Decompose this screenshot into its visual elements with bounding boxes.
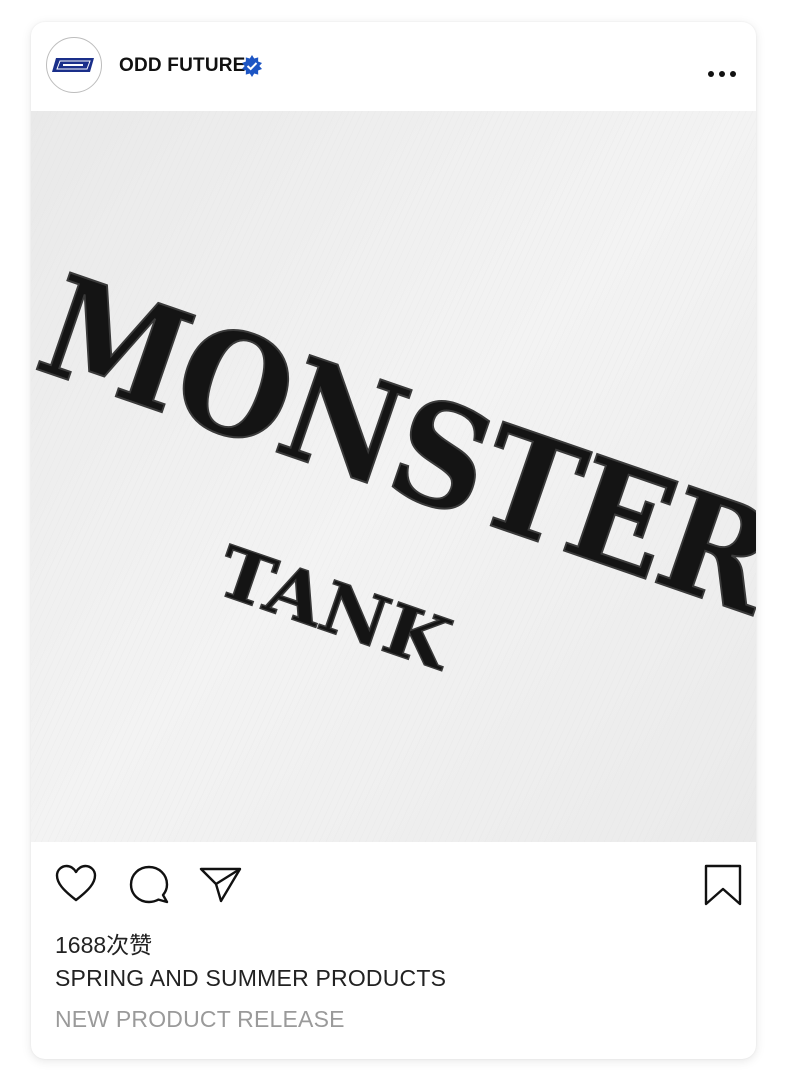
more-options-icon[interactable] <box>707 68 737 80</box>
verified-badge-icon <box>242 55 262 77</box>
post-header: ODD FUTURE <box>31 22 756 111</box>
avatar[interactable] <box>46 37 102 93</box>
bookmark-icon[interactable] <box>704 864 742 906</box>
post-card: ODD FUTURE MONSTER TANK 1688次赞 SPRING AN… <box>31 22 756 1059</box>
brand-logo-icon <box>52 58 94 72</box>
post-subcaption: NEW PRODUCT RELEASE <box>55 1006 345 1032</box>
account-name[interactable]: ODD FUTURE <box>119 55 246 77</box>
post-caption: SPRING AND SUMMER PRODUCTS <box>55 965 447 991</box>
likes-count[interactable]: 1688次赞 <box>55 926 152 960</box>
heart-icon[interactable] <box>55 864 97 904</box>
paper-plane-icon[interactable] <box>199 865 243 905</box>
post-photo[interactable]: MONSTER TANK <box>31 111 756 842</box>
comment-icon[interactable] <box>128 864 170 906</box>
